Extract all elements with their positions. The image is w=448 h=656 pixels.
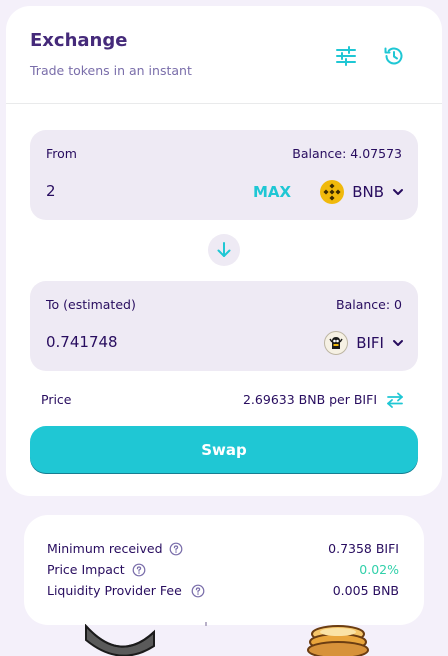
swap-arrows-icon bbox=[387, 392, 403, 408]
page-title: Exchange bbox=[30, 30, 128, 51]
arrow-down-icon bbox=[217, 242, 231, 257]
from-token-select[interactable]: BNB bbox=[320, 178, 404, 206]
question-circle-icon[interactable] bbox=[132, 563, 146, 577]
chevron-down-icon bbox=[392, 186, 404, 198]
chevron-down-icon bbox=[392, 337, 404, 349]
from-balance: Balance: 4.07573 bbox=[292, 146, 402, 161]
exchange-card: Exchange Trade tokens in an instant From… bbox=[6, 6, 442, 496]
from-panel: From Balance: 4.07573 2 MAX BNB bbox=[30, 130, 418, 220]
from-token-name: BNB bbox=[352, 183, 384, 201]
from-amount-input[interactable]: 2 bbox=[46, 182, 56, 200]
detail-value: 0.7358 BIFI bbox=[328, 541, 399, 556]
detail-row-price-impact: Price Impact 0.02% bbox=[47, 562, 399, 580]
history-button[interactable] bbox=[382, 44, 406, 68]
trade-details-card: Minimum received 0.7358 BIFI Price Impac… bbox=[24, 515, 424, 625]
to-balance: Balance: 0 bbox=[336, 297, 402, 312]
switch-direction-button[interactable] bbox=[208, 234, 240, 266]
detail-row-lp-fee: Liquidity Provider Fee 0.005 BNB bbox=[47, 583, 399, 601]
detail-label: Liquidity Provider Fee bbox=[47, 583, 182, 598]
detail-row-minimum-received: Minimum received 0.7358 BIFI bbox=[47, 541, 399, 559]
to-amount-input[interactable]: 0.741748 bbox=[46, 333, 118, 351]
from-label: From bbox=[46, 146, 77, 161]
question-circle-icon[interactable] bbox=[191, 584, 205, 598]
invert-price-button[interactable] bbox=[386, 391, 404, 409]
to-token-select[interactable]: BIFI bbox=[324, 329, 404, 357]
sliders-icon bbox=[336, 46, 356, 66]
detail-value: 0.02% bbox=[359, 562, 399, 577]
detail-value: 0.005 BNB bbox=[332, 583, 399, 598]
max-button[interactable]: MAX bbox=[253, 183, 291, 201]
settings-button[interactable] bbox=[334, 44, 358, 68]
frying-pan-illustration bbox=[85, 624, 155, 656]
price-value: 2.69633 BNB per BIFI bbox=[242, 392, 377, 407]
card-header: Exchange Trade tokens in an instant bbox=[6, 6, 442, 104]
detail-label: Price Impact bbox=[47, 562, 125, 577]
bnb-logo-icon bbox=[320, 180, 345, 204]
price-label: Price bbox=[41, 392, 72, 407]
to-panel: To (estimated) Balance: 0 0.741748 BIFI bbox=[30, 281, 418, 371]
page-subtitle: Trade tokens in an instant bbox=[30, 63, 192, 78]
to-token-name: BIFI bbox=[356, 334, 384, 352]
history-icon bbox=[384, 47, 403, 65]
sparkle-illustration bbox=[205, 622, 207, 626]
to-label: To (estimated) bbox=[46, 297, 136, 312]
detail-label: Minimum received bbox=[47, 541, 163, 556]
question-circle-icon[interactable] bbox=[169, 542, 183, 556]
swap-button[interactable]: Swap bbox=[30, 426, 418, 474]
pancake-stack-illustration bbox=[307, 625, 369, 656]
bifi-logo-icon bbox=[324, 331, 349, 355]
